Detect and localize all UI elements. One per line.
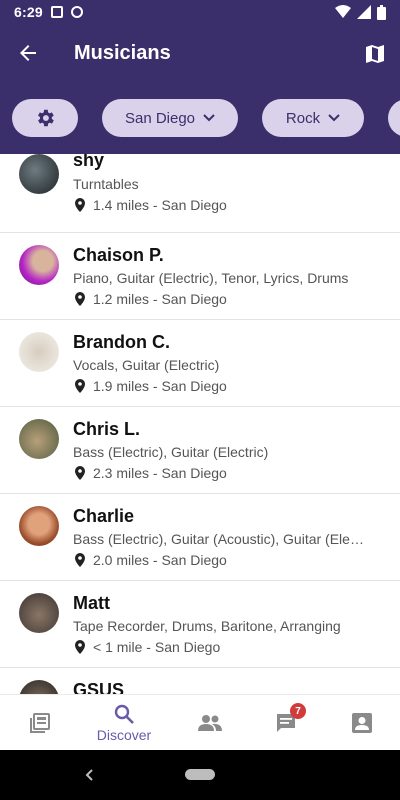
musician-location: 1.9 miles - San Diego xyxy=(73,378,227,394)
gear-icon xyxy=(38,109,54,127)
signal-icon xyxy=(357,5,371,19)
screen: 6:29 Musicians San Diego Rock shy Turnta… xyxy=(0,0,400,800)
musician-name: GSUS xyxy=(73,680,125,694)
musician-location: 1.2 miles - San Diego xyxy=(73,291,227,307)
filter-bar: San Diego Rock xyxy=(0,82,400,154)
list-item[interactable]: Chris L. Bass (Electric), Guitar (Electr… xyxy=(0,407,400,494)
location-text: < 1 mile - San Diego xyxy=(93,639,221,655)
avatar xyxy=(19,245,59,285)
avatar xyxy=(19,593,59,633)
list-item[interactable]: Brandon C. Vocals, Guitar (Electric) 1.9… xyxy=(0,320,400,407)
wifi-icon xyxy=(335,5,351,18)
musician-location: 2.0 miles - San Diego xyxy=(73,552,227,568)
back-button[interactable] xyxy=(0,24,56,82)
app-bar: Musicians xyxy=(0,24,400,82)
location-text: 1.4 miles - San Diego xyxy=(93,197,227,213)
avatar xyxy=(19,680,59,694)
musician-instruments: Vocals, Guitar (Electric) xyxy=(73,357,220,373)
genre-filter-chip[interactable]: Rock xyxy=(262,99,364,137)
location-filter-chip[interactable]: San Diego xyxy=(102,99,238,137)
chevron-down-icon xyxy=(203,114,215,122)
more-filter-chip[interactable] xyxy=(388,99,400,137)
system-nav-bar xyxy=(0,750,400,800)
musician-name: Chris L. xyxy=(73,419,141,439)
nav-people[interactable] xyxy=(170,695,250,751)
location-text: 2.0 miles - San Diego xyxy=(93,552,227,568)
location-pin-icon xyxy=(75,553,85,567)
page-title: Musicians xyxy=(74,41,171,64)
musician-name: Charlie xyxy=(73,506,135,526)
avatar xyxy=(19,419,59,459)
location-text: 1.9 miles - San Diego xyxy=(93,378,227,394)
map-button[interactable] xyxy=(360,39,390,69)
musician-name: Matt xyxy=(73,593,110,613)
status-bar: 6:29 xyxy=(0,0,400,24)
status-time: 6:29 xyxy=(14,4,43,20)
list-item[interactable]: Matt Tape Recorder, Drums, Baritone, Arr… xyxy=(0,581,400,668)
musician-instruments: Turntables xyxy=(73,176,139,192)
location-pin-icon xyxy=(75,466,85,480)
status-right xyxy=(335,4,386,20)
profile-icon xyxy=(352,713,372,733)
musician-location: 1.4 miles - San Diego xyxy=(73,197,227,213)
musician-instruments: Bass (Electric), Guitar (Acoustic), Guit… xyxy=(73,531,364,547)
nav-discover-label: Discover xyxy=(96,727,152,743)
list-item[interactable]: GSUS xyxy=(0,668,400,694)
musician-location: < 1 mile - San Diego xyxy=(73,639,220,655)
avatar xyxy=(19,332,59,372)
nav-profile[interactable] xyxy=(322,695,400,751)
map-icon xyxy=(366,45,384,63)
location-pin-icon xyxy=(75,640,85,654)
messages-badge: 7 xyxy=(290,703,306,719)
avatar xyxy=(19,154,59,194)
system-back-icon[interactable] xyxy=(80,765,100,785)
musician-name: Chaison P. xyxy=(73,245,164,265)
sim-icon xyxy=(50,6,63,18)
list-item[interactable]: shy Turntables 1.4 miles - San Diego xyxy=(0,154,400,233)
list-item[interactable]: Chaison P. Piano, Guitar (Electric), Ten… xyxy=(0,233,400,320)
arrow-back-icon xyxy=(20,45,36,61)
battery-icon xyxy=(377,4,386,20)
nav-messages[interactable]: 7 xyxy=(246,695,326,751)
feed-icon xyxy=(30,713,50,733)
location-filter-label: San Diego xyxy=(124,109,196,127)
location-pin-icon xyxy=(75,379,85,393)
system-home-pill[interactable] xyxy=(185,769,215,780)
bottom-nav: Discover 7 xyxy=(0,694,400,750)
musician-name: Brandon C. xyxy=(73,332,170,352)
settings-chip[interactable] xyxy=(12,99,78,137)
musician-list: shy Turntables 1.4 miles - San Diego Cha… xyxy=(0,154,400,694)
search-icon xyxy=(114,704,134,724)
people-icon xyxy=(198,715,222,731)
musician-instruments: Bass (Electric), Guitar (Electric) xyxy=(73,444,269,460)
musician-instruments: Piano, Guitar (Electric), Tenor, Lyrics,… xyxy=(73,270,349,286)
nav-discover[interactable]: Discover xyxy=(84,695,164,751)
location-text: 2.3 miles - San Diego xyxy=(93,465,227,481)
avatar xyxy=(19,506,59,546)
chevron-down-icon xyxy=(328,114,340,122)
musician-instruments: Tape Recorder, Drums, Baritone, Arrangin… xyxy=(73,618,341,634)
genre-filter-label: Rock xyxy=(285,109,321,127)
list-item[interactable]: Charlie Bass (Electric), Guitar (Acousti… xyxy=(0,494,400,581)
musician-location: 2.3 miles - San Diego xyxy=(73,465,227,481)
musician-name: shy xyxy=(73,154,105,170)
location-pin-icon xyxy=(75,292,85,306)
data-saver-icon xyxy=(70,6,83,18)
location-pin-icon xyxy=(75,198,85,212)
nav-feed[interactable] xyxy=(0,695,80,751)
location-text: 1.2 miles - San Diego xyxy=(93,291,227,307)
